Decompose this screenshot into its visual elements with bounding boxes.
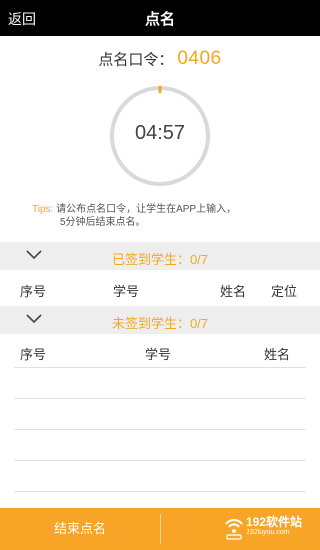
column-header-location: 定位 [271, 284, 298, 299]
table-row [14, 398, 306, 399]
tips-label: Tips: [32, 204, 54, 215]
signed-table-header: 序号 学号 姓名 定位 [0, 277, 320, 301]
table-row [14, 367, 306, 368]
unsigned-table-header: 序号 学号 姓名 [0, 340, 320, 364]
unsigned-section-header[interactable]: 未签到学生：0/7 [0, 306, 320, 334]
watermark-subtext: 192luyou.com [246, 529, 290, 536]
signed-section-title: 已签到学生：0/7 [111, 252, 209, 267]
tips-text: Tips: 请公布点名口令，让学生在APP上输入， 5分钟后结束点名。 [32, 203, 292, 229]
top-bar: 返回 点名 [0, 0, 320, 36]
table-row [14, 460, 306, 461]
unsigned-section-title: 未签到学生：0/7 [111, 316, 209, 331]
column-header-student-id: 学号 [145, 347, 172, 362]
watermark-text: 192软件站 [246, 515, 303, 529]
column-header-index: 序号 [20, 284, 47, 299]
wifi-logo-icon [225, 519, 243, 540]
table-row [14, 491, 306, 492]
footer-right-button[interactable] [161, 508, 221, 550]
tips-line1: 请公布点名口令，让学生在APP上输入， [56, 204, 237, 215]
column-header-index: 序号 [20, 347, 47, 362]
timer-value: 04:57 [134, 122, 186, 144]
column-header-name: 姓名 [220, 284, 247, 299]
table-row [14, 429, 306, 430]
end-roll-call-button[interactable]: 结束点名 [0, 508, 160, 550]
roll-call-code-label: 点名口令： [98, 51, 174, 69]
tips-line2: 5分钟后结束点名。 [60, 217, 146, 228]
column-header-student-id: 学号 [113, 284, 140, 299]
countdown-timer: 04:57 [108, 84, 212, 188]
page-title: 点名 [144, 11, 175, 28]
column-header-name: 姓名 [264, 347, 291, 362]
signed-section-header[interactable]: 已签到学生：0/7 [0, 242, 320, 270]
back-button[interactable]: 返回 [8, 9, 36, 29]
roll-call-code-value: 0406 [177, 48, 222, 69]
roll-call-code-row: 点名口令： 0406 [0, 48, 320, 70]
